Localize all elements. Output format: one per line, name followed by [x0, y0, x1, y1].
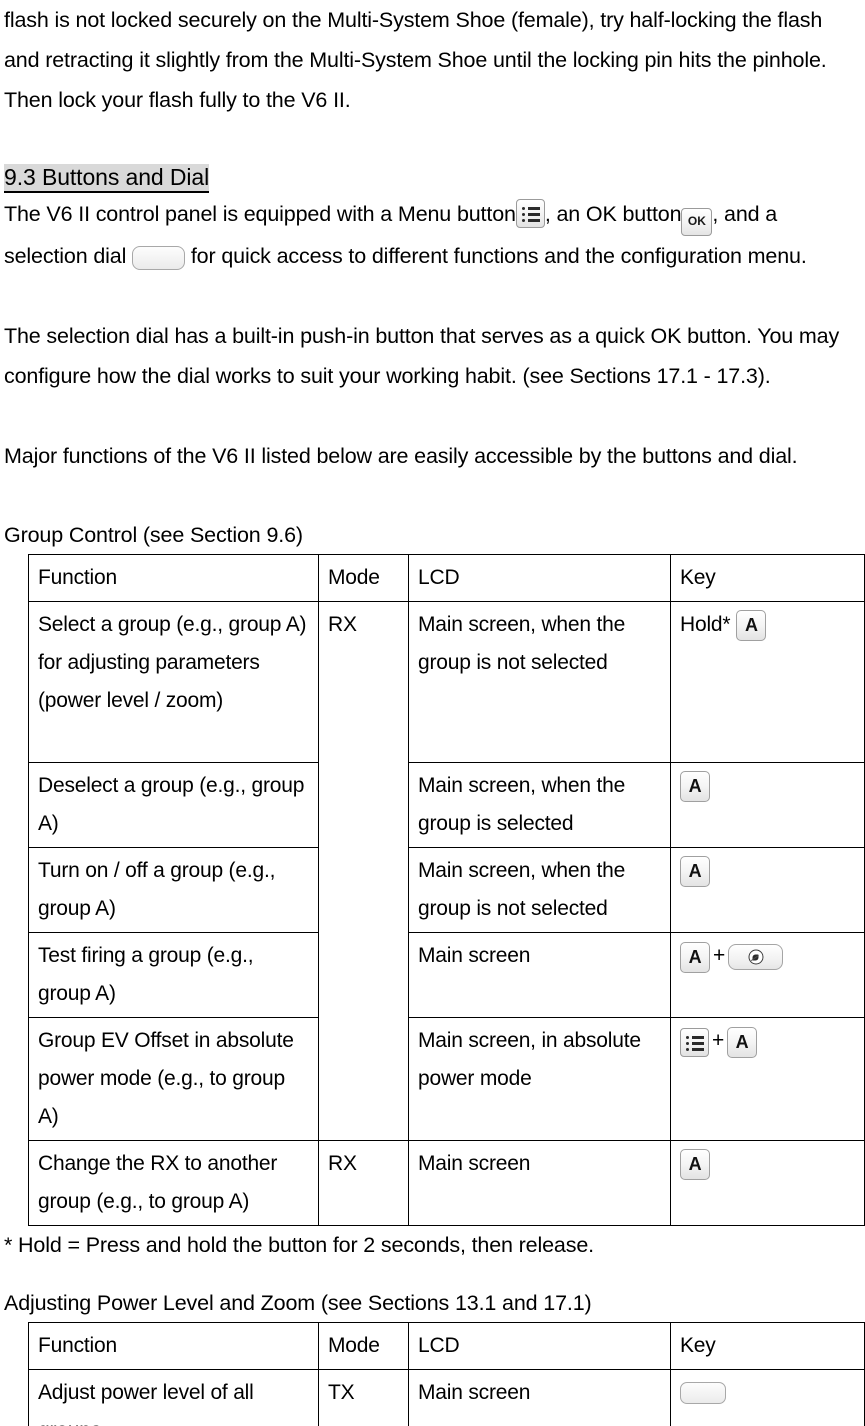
- column-header-lcd: LCD: [408, 553, 671, 602]
- paragraph-gap-3: [4, 396, 857, 436]
- menu-icon: [680, 1027, 709, 1057]
- cell-lcd: Main screen: [408, 1368, 671, 1426]
- group-a-key-icon: A: [680, 941, 710, 973]
- table-row: Group EV Offset in absolute power mode (…: [28, 1016, 865, 1141]
- table-row: Select a group (e.g., group A) for adjus…: [28, 600, 865, 1141]
- ok-button-sentence-mid: , an OK button: [544, 202, 682, 226]
- buttons-and-dial-paragraph: The V6 II control panel is equipped with…: [4, 194, 857, 276]
- cell-key: + A: [670, 1016, 865, 1141]
- power-zoom-caption: Adjusting Power Level and Zoom (see Sect…: [4, 1290, 592, 1315]
- cell-key: [670, 1368, 865, 1426]
- cell-mode: TX: [318, 1368, 409, 1426]
- table-header-row: Function Mode LCD Key: [28, 553, 865, 602]
- table-header-row: Function Mode LCD Key: [28, 1321, 865, 1370]
- column-header-function: Function: [28, 553, 319, 602]
- table-row: Deselect a group (e.g., group A) Main sc…: [28, 761, 865, 848]
- cell-lcd: Main screen: [408, 1139, 671, 1226]
- test-fire-icon: [728, 944, 784, 971]
- section-heading-text: 9.3 Buttons and Dial: [4, 164, 209, 193]
- group-a-key-icon: A: [736, 609, 767, 641]
- menu-icon: [515, 198, 545, 228]
- column-header-key: Key: [670, 553, 865, 602]
- cell-lcd: Main screen, when the group is selected: [408, 761, 671, 848]
- cell-mode: RX: [318, 1139, 409, 1226]
- group-a-key-icon: A: [680, 770, 710, 802]
- cell-key: A: [670, 846, 865, 933]
- table-row: Adjust power level of all groups TX Main…: [28, 1368, 865, 1426]
- document-page: flash is not locked securely on the Mult…: [0, 0, 865, 1426]
- cell-lcd: Main screen, in absolute power mode: [408, 1016, 671, 1141]
- hold-label: Hold*: [680, 612, 731, 636]
- group-a-key-icon: A: [680, 855, 710, 887]
- dial-description-paragraph: The selection dial has a built-in push-i…: [4, 323, 845, 388]
- cell-lcd: Main screen: [408, 931, 671, 1018]
- plus-sign: +: [712, 1028, 725, 1052]
- cell-function: Test firing a group (e.g., group A): [28, 931, 319, 1018]
- cell-function: Turn on / off a group (e.g., group A): [28, 846, 319, 933]
- table-row: Test firing a group (e.g., group A) Main…: [28, 931, 865, 1018]
- cell-key: Hold* A: [670, 600, 865, 763]
- selection-dial-icon: [680, 1382, 726, 1405]
- cell-lcd: Main screen, when the group is not selec…: [408, 846, 671, 933]
- column-header-mode: Mode: [318, 553, 409, 602]
- major-functions-paragraph: Major functions of the V6 II listed belo…: [4, 443, 798, 468]
- ok-icon: OK: [681, 207, 713, 236]
- cell-function: Adjust power level of all groups: [28, 1368, 319, 1426]
- plus-sign: +: [713, 943, 726, 967]
- paragraph-gap-4: [4, 476, 857, 516]
- column-header-key: Key: [670, 1321, 865, 1370]
- group-a-key-icon: A: [727, 1026, 758, 1058]
- table-row: Change the RX to another group (e.g., to…: [28, 1139, 865, 1226]
- cell-function: Change the RX to another group (e.g., to…: [28, 1139, 319, 1226]
- cell-key: A: [670, 1139, 865, 1226]
- column-header-function: Function: [28, 1321, 319, 1370]
- cell-key: A +: [670, 931, 865, 1018]
- cell-function: Group EV Offset in absolute power mode (…: [28, 1016, 319, 1141]
- hold-footnote: * Hold = Press and hold the button for 2…: [4, 1232, 594, 1257]
- page-title: 9.3 Buttons and Dial: [4, 160, 857, 194]
- group-a-key-icon: A: [680, 1148, 710, 1180]
- cell-function: Deselect a group (e.g., group A): [28, 761, 319, 848]
- cell-key: A: [670, 761, 865, 848]
- power-zoom-table: Function Mode LCD Key Adjust power level…: [28, 1321, 865, 1426]
- table-row: Turn on / off a group (e.g., group A) Ma…: [28, 846, 865, 933]
- group-control-table: Function Mode LCD Key Select a group (e.…: [28, 553, 865, 1226]
- column-header-mode: Mode: [318, 1321, 409, 1370]
- menu-button-sentence-start: The V6 II control panel is equipped with…: [4, 202, 516, 226]
- paragraph-gap-2: [4, 276, 857, 316]
- cell-lcd: Main screen, when the group is not selec…: [408, 600, 671, 763]
- selection-dial-icon: [132, 245, 186, 270]
- dial-sentence-tail: for quick access to different functions …: [190, 243, 807, 268]
- group-control-caption: Group Control (see Section 9.6): [4, 522, 303, 547]
- cell-function: Select a group (e.g., group A) for adjus…: [28, 600, 319, 763]
- column-header-lcd: LCD: [408, 1321, 671, 1370]
- cell-mode: RX: [318, 600, 409, 1141]
- intro-paragraph: flash is not locked securely on the Mult…: [4, 8, 833, 112]
